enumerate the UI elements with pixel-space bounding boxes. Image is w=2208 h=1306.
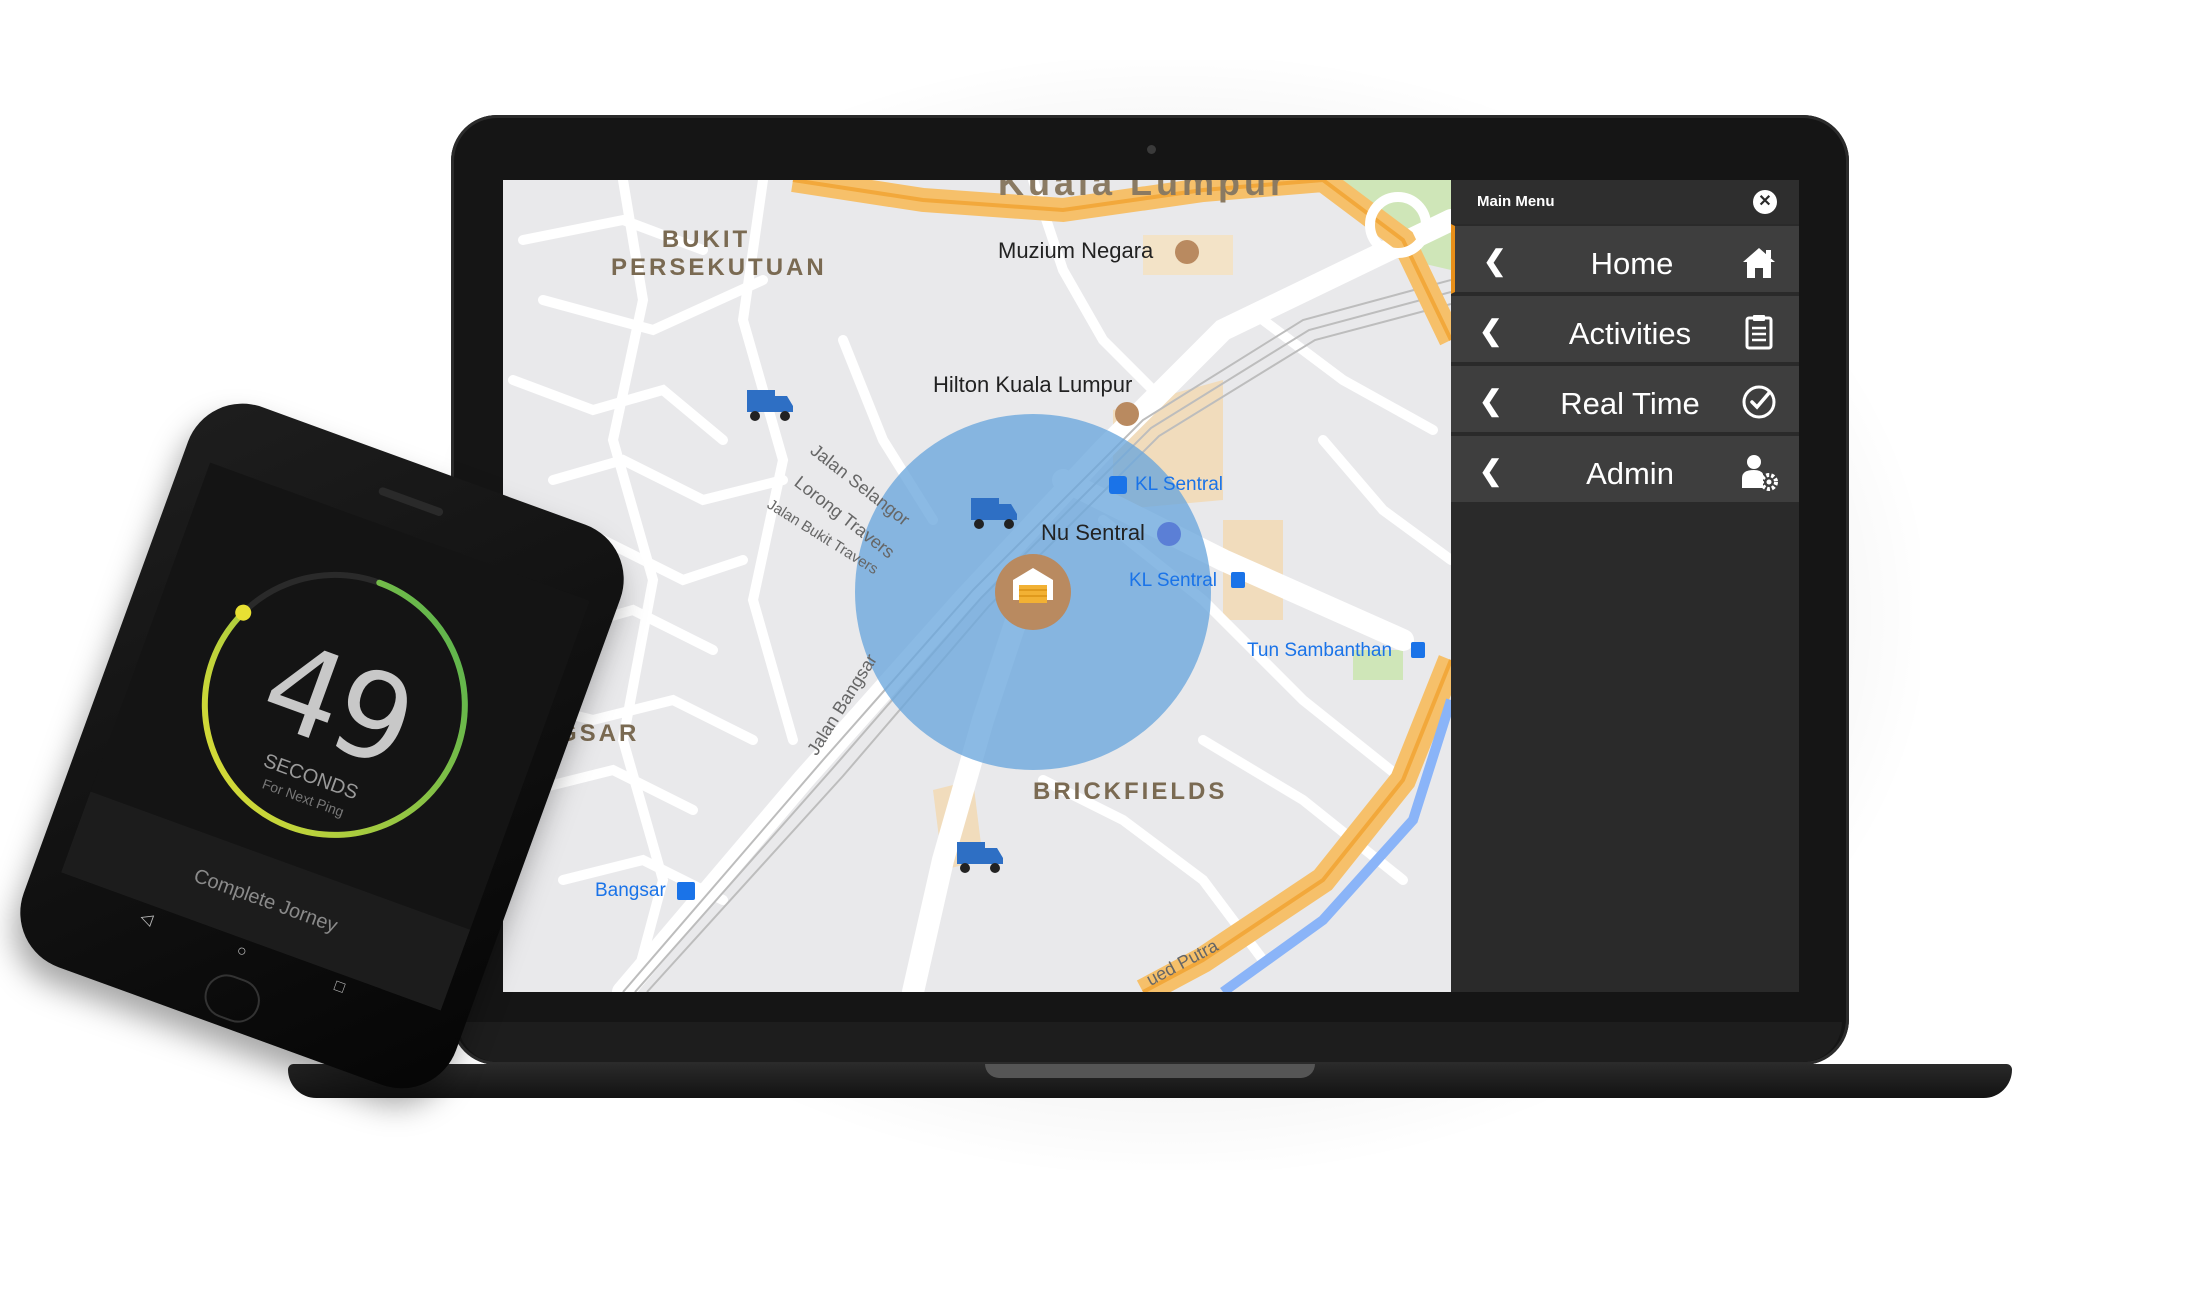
menu-item-activities[interactable]: ❮ Activities	[1451, 294, 1799, 364]
chevron-left-icon: ❮	[1479, 455, 1503, 486]
menu-item-real-time[interactable]: ❮ Real Time	[1451, 364, 1799, 434]
home-icon	[1743, 248, 1775, 278]
admin-user-gear-icon	[1742, 455, 1778, 491]
train-icon	[1109, 476, 1127, 494]
map-transit-label: Bangsar	[595, 880, 666, 901]
warehouse-icon[interactable]	[995, 554, 1071, 630]
webcam	[1147, 145, 1156, 154]
menu-item-admin[interactable]: ❮ Admin	[1451, 434, 1799, 504]
chevron-left-icon: ❮	[1483, 245, 1507, 276]
map-transit-label: KL Sentral	[1129, 570, 1218, 591]
map-poi-label: Hilton Kuala Lumpur	[933, 372, 1133, 397]
museum-icon	[1175, 240, 1199, 264]
map-transit-label: Tun Sambanthan	[1247, 640, 1393, 661]
map-poi-label: Muzium Negara	[998, 238, 1154, 263]
laptop-screen: BUKITPERSEKUTUAN BANGSAR BRICKFIELDS Kua…	[503, 180, 1799, 992]
menu-item-label: Home	[1590, 246, 1674, 281]
map-transit-label: KL Sentral	[1135, 474, 1224, 495]
close-icon[interactable]: ✕	[1753, 190, 1777, 214]
menu-item-label: Activities	[1568, 316, 1692, 351]
clipboard-icon	[1745, 315, 1773, 350]
menu-item-label: Real Time	[1560, 386, 1700, 421]
main-menu-panel: Main Menu ✕ ❮ Home ❮ Activities ❮ Real T…	[1451, 180, 1799, 992]
menu-title: Main Menu	[1477, 193, 1555, 210]
clock-check-icon	[1742, 385, 1776, 419]
train-icon	[677, 882, 695, 900]
laptop-notch	[985, 1064, 1315, 1078]
map-area-label: BRICKFIELDS	[1033, 778, 1228, 805]
hotel-icon	[1115, 402, 1139, 426]
nu-sentral-marker-icon	[1157, 522, 1181, 546]
laptop-bezel-bottom	[458, 1022, 1842, 1062]
train-icon	[1411, 642, 1425, 658]
train-icon	[1231, 572, 1245, 588]
map-poi-label: Nu Sentral	[1041, 520, 1145, 545]
chevron-left-icon: ❮	[1479, 315, 1503, 346]
menu-header: Main Menu ✕	[1451, 180, 1799, 224]
map-area-label: BUKIT PERSEKUTUAN	[611, 226, 827, 281]
home-nav-icon[interactable]: ○	[234, 942, 249, 962]
menu-item-label: Admin	[1586, 456, 1674, 491]
back-icon[interactable]: ◁	[137, 907, 155, 930]
recents-icon[interactable]: □	[332, 977, 347, 997]
chevron-left-icon: ❮	[1479, 385, 1503, 416]
map-canvas[interactable]	[503, 180, 1451, 992]
menu-item-home[interactable]: ❮ Home	[1451, 224, 1799, 294]
map-city-label: Kuala Lumpur	[998, 180, 1289, 203]
